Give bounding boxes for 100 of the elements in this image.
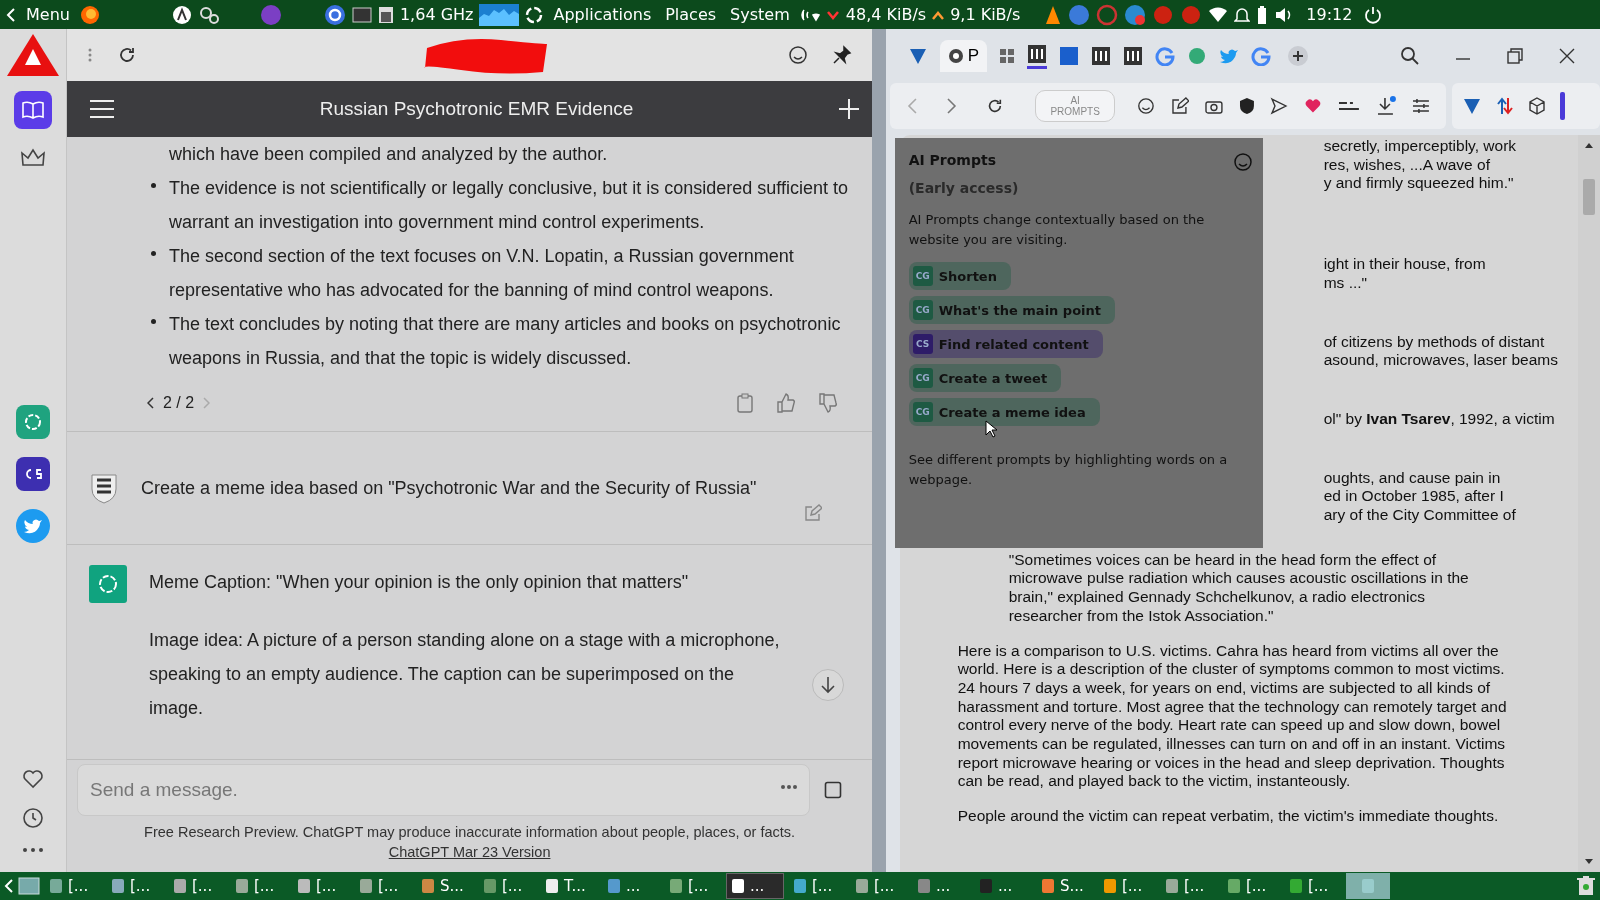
- taskbar-item[interactable]: ...: [912, 873, 970, 899]
- power-icon[interactable]: [1364, 5, 1383, 24]
- camera-icon[interactable]: [1204, 98, 1223, 114]
- book-icon[interactable]: [14, 91, 52, 129]
- taskbar-item[interactable]: [...: [44, 873, 102, 899]
- arrow-left-icon[interactable]: [6, 6, 16, 23]
- bell-icon[interactable]: [1234, 5, 1251, 24]
- chatbot-logo-icon[interactable]: [16, 405, 50, 439]
- terminal-icon[interactable]: [351, 6, 372, 23]
- document-text: ed in October 1985, after I: [1323, 487, 1505, 507]
- taskbar-item[interactable]: [...: [788, 873, 846, 899]
- taskbar-item[interactable]: [...: [230, 873, 288, 899]
- plus-icon[interactable]: [838, 98, 861, 120]
- scroll-down-icon[interactable]: [1584, 858, 1594, 866]
- scrollbar[interactable]: [1578, 135, 1600, 872]
- heart-icon[interactable]: [22, 769, 44, 789]
- taskbar-item[interactable]: ...: [974, 873, 1032, 899]
- menu-logo-icon[interactable]: [525, 5, 544, 24]
- sliders-icon[interactable]: [1412, 98, 1430, 114]
- taskbar-item[interactable]: S...: [416, 873, 474, 899]
- taskbar-item[interactable]: [...: [354, 873, 412, 899]
- taskbar-item[interactable]: [...: [1160, 873, 1218, 899]
- clock[interactable]: 19:12: [1306, 5, 1353, 24]
- arrows-icon[interactable]: [1496, 96, 1514, 116]
- arrow-left-icon[interactable]: [4, 878, 14, 894]
- gear-icon[interactable]: [197, 4, 220, 25]
- thumbs-up-icon[interactable]: [776, 393, 797, 413]
- stop-icon[interactable]: [824, 781, 843, 799]
- letter-g-icon[interactable]: [1251, 46, 1271, 66]
- bird-icon[interactable]: [16, 509, 50, 543]
- clock-icon[interactable]: [22, 807, 44, 829]
- close-icon[interactable]: [1558, 47, 1576, 65]
- panel-menu[interactable]: Places: [661, 5, 721, 24]
- search-icon[interactable]: [1400, 46, 1420, 66]
- app-icon[interactable]: [171, 4, 192, 25]
- thumbs-down-icon[interactable]: [818, 393, 839, 413]
- taskbar-item[interactable]: [...: [1222, 873, 1280, 899]
- smiley-icon[interactable]: [1136, 97, 1155, 115]
- download-icon[interactable]: [1376, 96, 1397, 116]
- document-text: ol" by Ivan Tsarev, 1992, a victim: [1323, 409, 1556, 429]
- document-text: secretly, imperceptibly, work: [1323, 137, 1518, 156]
- reload-icon[interactable]: [117, 45, 137, 65]
- taskbar-item[interactable]: [...: [664, 873, 722, 899]
- taskbar-item[interactable]: [...: [168, 873, 226, 899]
- taskbar-item[interactable]: [...: [292, 873, 350, 899]
- panel-menu[interactable]: Applications: [549, 5, 656, 24]
- document-text: ary of the City Committee of: [1323, 506, 1517, 525]
- taskbar-item[interactable]: ...: [726, 873, 784, 899]
- taskbar-item[interactable]: ...: [602, 873, 660, 899]
- send-icon[interactable]: [1270, 97, 1289, 115]
- bank-icon[interactable]: [1027, 43, 1047, 69]
- scroll-down-button[interactable]: [812, 669, 845, 701]
- new-tab-icon[interactable]: [1287, 45, 1309, 67]
- scrollbar-thumb[interactable]: [1583, 179, 1595, 215]
- more-icon[interactable]: [780, 784, 799, 790]
- crown-icon[interactable]: [20, 147, 46, 169]
- taskbar-item[interactable]: [...: [106, 873, 164, 899]
- heart-icon[interactable]: [1304, 98, 1323, 114]
- smiley-icon[interactable]: [788, 45, 809, 65]
- menu-button[interactable]: Menu: [22, 5, 74, 24]
- arrow-down-icon[interactable]: [820, 676, 837, 694]
- bank-icon[interactable]: [1091, 46, 1111, 66]
- restore-icon[interactable]: [1506, 47, 1524, 65]
- taskbar-item[interactable]: [...: [1284, 873, 1342, 899]
- taskbar-item[interactable]: [...: [478, 873, 536, 899]
- taskbar-item[interactable]: S...: [1036, 873, 1094, 899]
- taskbar-item[interactable]: T...: [540, 873, 598, 899]
- app-icon[interactable]: [323, 3, 346, 26]
- shield-icon[interactable]: [1238, 97, 1255, 115]
- letter-g-icon[interactable]: [1155, 46, 1175, 66]
- forward-icon[interactable]: [945, 97, 958, 115]
- drag-handle-icon[interactable]: [87, 47, 93, 63]
- taskbar-item[interactable]: [...: [850, 873, 908, 899]
- cone-icon[interactable]: [1044, 4, 1063, 25]
- pin-icon[interactable]: [832, 45, 853, 65]
- desktop-icon[interactable]: [18, 876, 40, 896]
- bars-icon[interactable]: [1338, 100, 1361, 112]
- user-message: Create a meme idea based on "Psychotronic War and the Security of Russia": [141, 477, 758, 499]
- scroll-up-icon[interactable]: [1584, 141, 1594, 149]
- message-input[interactable]: Send a message.: [77, 764, 811, 816]
- panel-menu[interactable]: System: [726, 5, 794, 24]
- app-icon[interactable]: [16, 457, 50, 491]
- prompt-chip[interactable]: CS Find related content: [908, 330, 1103, 358]
- chevron-left-icon[interactable]: [147, 397, 155, 409]
- browser-icon[interactable]: [79, 4, 100, 25]
- battery-icon[interactable]: [1256, 4, 1269, 25]
- response-pager: 2 / 2: [163, 394, 195, 412]
- browser-tab[interactable]: P: [939, 40, 987, 72]
- version-link[interactable]: ChatGPT Mar 23 Version: [388, 844, 551, 860]
- trash-icon[interactable]: [1576, 875, 1596, 897]
- cube-icon[interactable]: [1528, 97, 1546, 115]
- wifi-icon[interactable]: [1208, 6, 1229, 23]
- clipboard-icon[interactable]: [736, 393, 755, 413]
- bank-icon[interactable]: [1123, 46, 1143, 66]
- more-icon[interactable]: [22, 847, 44, 853]
- menu-icon[interactable]: [89, 99, 115, 119]
- cpu-graph-icon: [479, 3, 520, 26]
- grid-icon[interactable]: [999, 48, 1015, 64]
- edit-icon[interactable]: [1170, 97, 1189, 115]
- taskbar-item[interactable]: [...: [1098, 873, 1156, 899]
